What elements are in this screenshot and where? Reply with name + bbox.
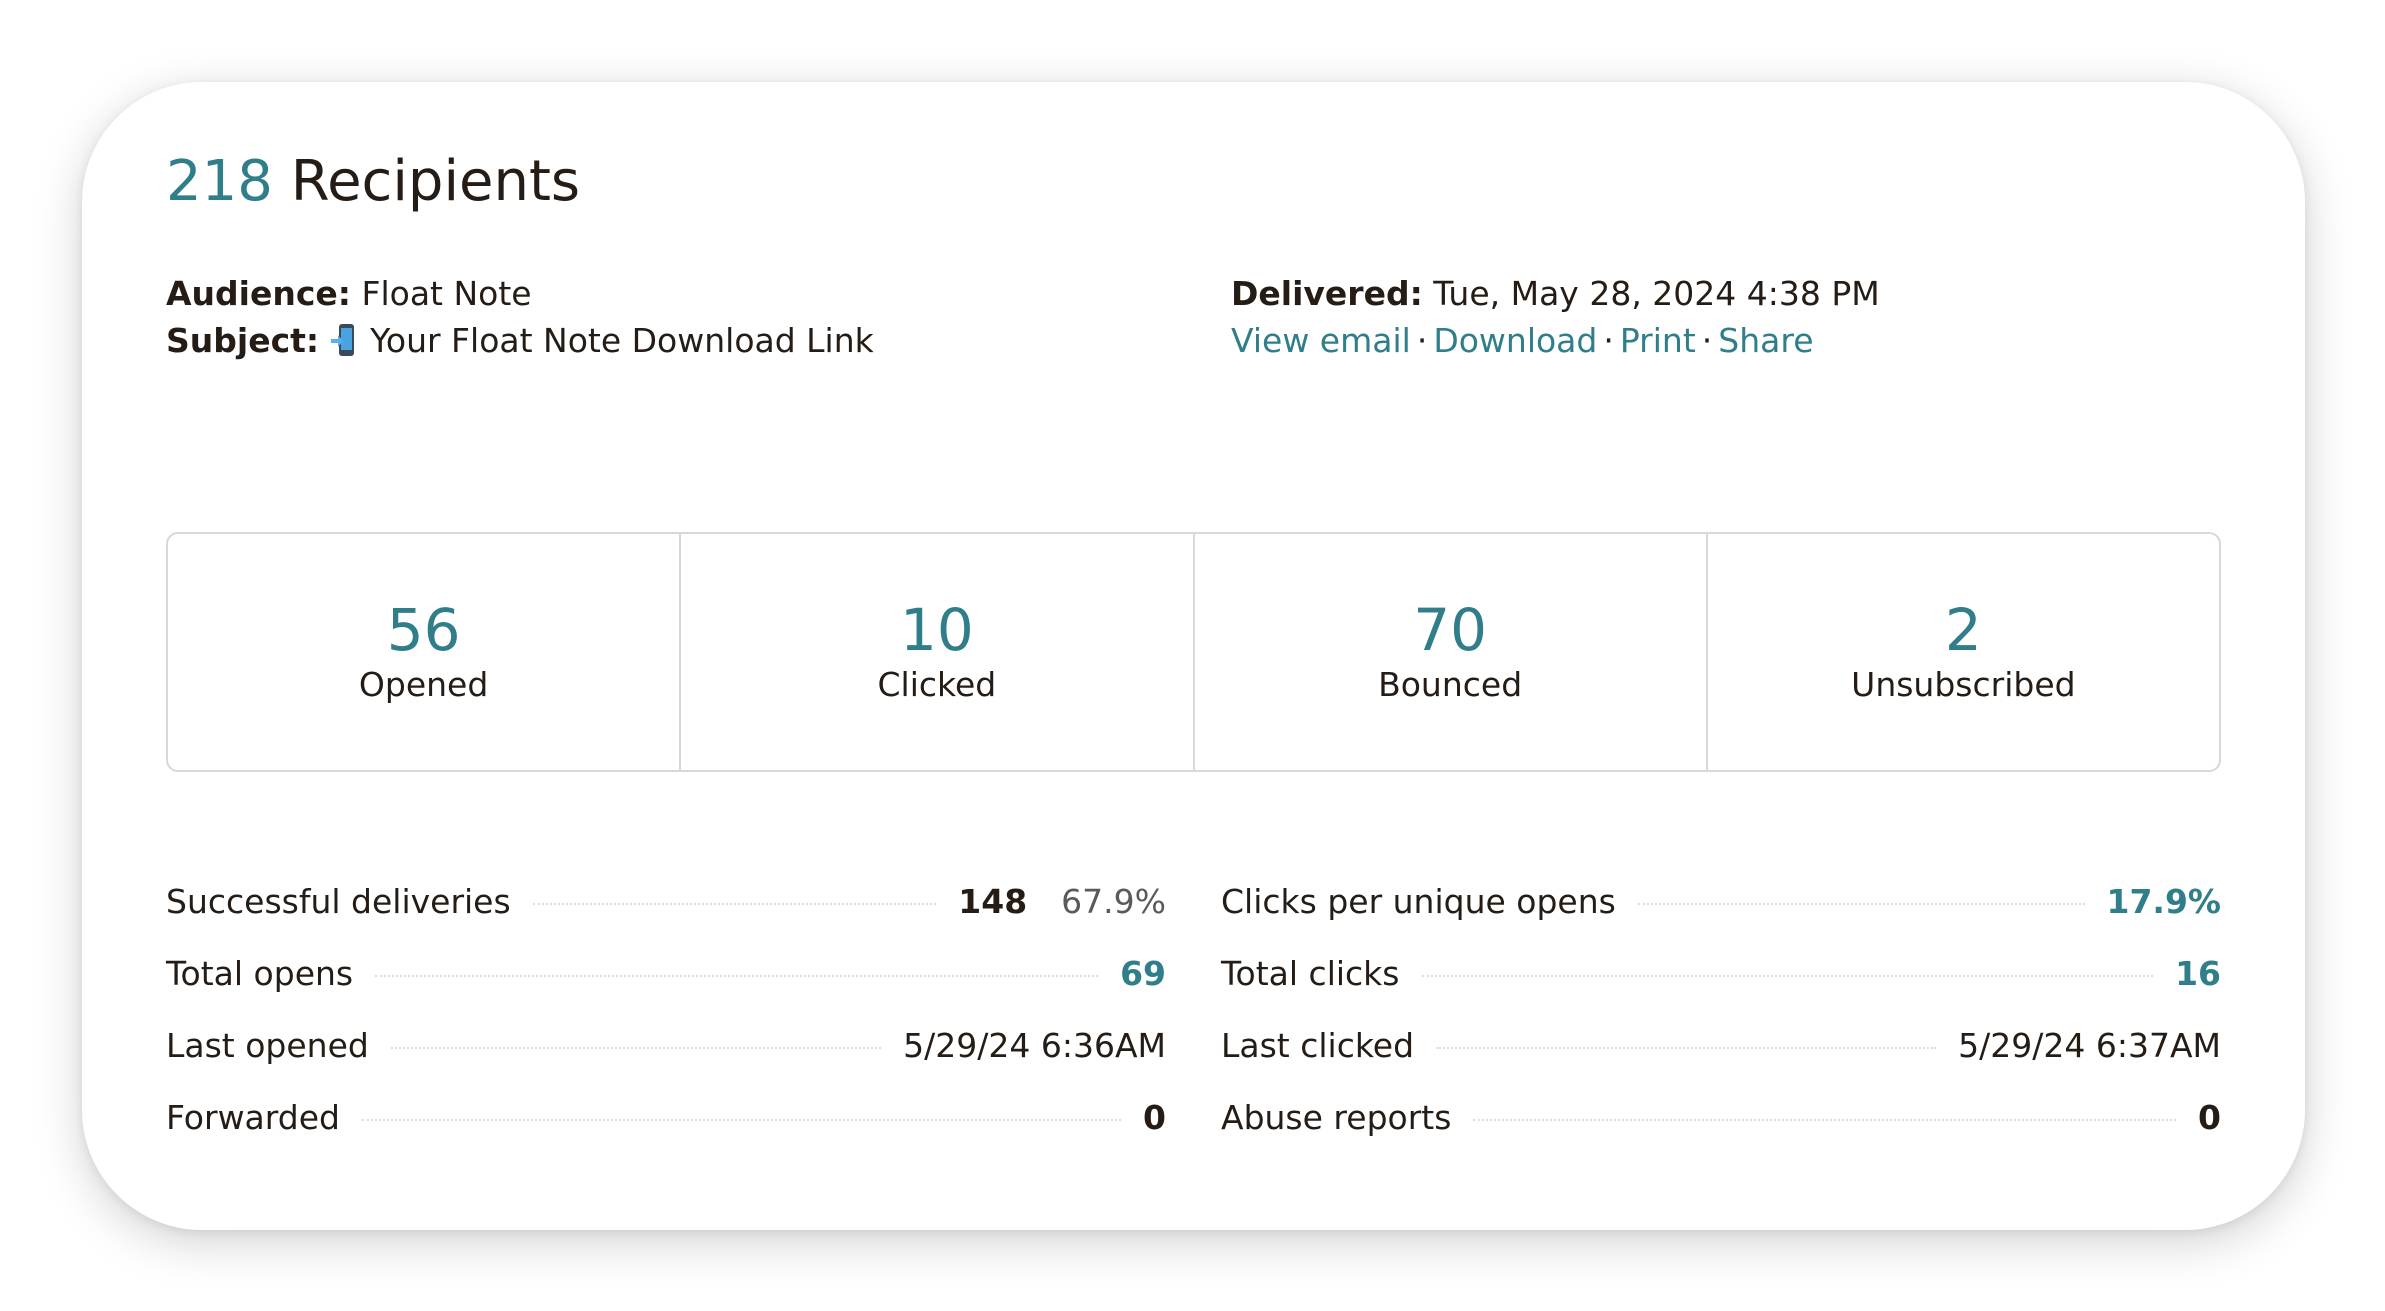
metric-label: Last clicked [1221, 1026, 1415, 1065]
subject-line: Subject: Your Float Note Download Link [166, 321, 874, 361]
metric-row-clicks-per-unique-opens: Clicks per unique opens 17.9% [1221, 882, 2221, 954]
dotted-leader [375, 975, 1099, 977]
link-separator: · [1701, 321, 1713, 360]
stat-label: Bounced [1378, 664, 1523, 704]
link-separator: · [1416, 321, 1428, 360]
dotted-leader [1436, 1047, 1937, 1049]
metric-row-forwarded: Forwarded 0 [166, 1098, 1166, 1170]
metric-row-last-opened: Last opened 5/29/24 6:36AM [166, 1026, 1166, 1098]
metric-label: Forwarded [166, 1098, 340, 1137]
stats-summary: 56 Opened 10 Clicked 70 Bounced 2 Unsubs… [166, 532, 2221, 772]
stat-label: Opened [358, 664, 489, 704]
subject-label: Subject: [166, 321, 320, 360]
stat-label: Unsubscribed [1851, 664, 2076, 704]
metric-value: 148 [958, 882, 1028, 921]
card-content: 218 Recipients Audience: Float Note Subj… [166, 82, 2221, 1230]
mobile-phone-arrow-icon [330, 324, 354, 356]
metric-label: Total opens [166, 954, 354, 993]
dotted-leader [361, 1119, 1122, 1121]
stat-value: 56 [386, 596, 461, 665]
metric-label: Abuse reports [1221, 1098, 1452, 1137]
delivered-value: Tue, May 28, 2024 4:38 PM [1433, 274, 1880, 313]
link-separator: · [1603, 321, 1614, 360]
share-link[interactable]: Share [1718, 321, 1813, 360]
audience-label: Audience: [166, 274, 351, 313]
email-action-links: View email · Download · Print · Share [1231, 321, 1814, 361]
metric-label: Total clicks [1221, 954, 1400, 993]
metric-row-successful-deliveries: Successful deliveries 148 67.9% [166, 882, 1166, 954]
stat-label: Clicked [877, 664, 997, 704]
dotted-leader [390, 1047, 882, 1049]
metric-label: Successful deliveries [166, 882, 511, 921]
stat-opened[interactable]: 56 Opened [168, 534, 682, 770]
recipient-word: Recipients [290, 149, 581, 214]
metric-label: Clicks per unique opens [1221, 882, 1616, 921]
dotted-leader [532, 903, 937, 905]
metric-row-abuse-reports: Abuse reports 0 [1221, 1098, 2221, 1170]
metric-label: Last opened [166, 1026, 369, 1065]
metric-row-last-clicked: Last clicked 5/29/24 6:37AM [1221, 1026, 2221, 1098]
audience-value: Float Note [361, 274, 532, 313]
stat-value: 70 [1413, 596, 1488, 665]
metric-value-link[interactable]: 69 [1120, 954, 1166, 993]
stat-value: 2 [1944, 596, 1982, 665]
dotted-leader [1421, 975, 2154, 977]
metrics-table: Successful deliveries 148 67.9% Total op… [166, 882, 2221, 1170]
metric-value: 5/29/24 6:36AM [903, 1026, 1166, 1065]
dotted-leader [1473, 1119, 2177, 1121]
dotted-leader [1637, 903, 2085, 905]
metric-percent: 67.9% [1061, 882, 1166, 921]
stat-unsubscribed[interactable]: 2 Unsubscribed [1708, 534, 2219, 770]
campaign-report-card: 218 Recipients Audience: Float Note Subj… [82, 82, 2305, 1230]
delivered-label: Delivered: [1231, 274, 1423, 313]
metric-row-total-clicks: Total clicks 16 [1221, 954, 2221, 1026]
metric-value: 0 [2198, 1098, 2221, 1137]
metrics-left-column: Successful deliveries 148 67.9% Total op… [166, 882, 1166, 1170]
audience-line: Audience: Float Note [166, 274, 532, 314]
metric-value-link[interactable]: 16 [2175, 954, 2221, 993]
stat-bounced[interactable]: 70 Bounced [1195, 534, 1708, 770]
recipient-count: 218 [166, 149, 273, 214]
subject-value: Your Float Note Download Link [370, 321, 874, 360]
print-link[interactable]: Print [1620, 321, 1696, 360]
stat-value: 10 [899, 596, 974, 665]
metrics-right-column: Clicks per unique opens 17.9% Total clic… [1221, 882, 2221, 1170]
page-title: 218 Recipients [166, 154, 580, 210]
download-link[interactable]: Download [1433, 321, 1597, 360]
view-email-link[interactable]: View email [1231, 321, 1411, 360]
metric-value: 5/29/24 6:37AM [1958, 1026, 2221, 1065]
metric-value: 0 [1143, 1098, 1166, 1137]
metric-value-link[interactable]: 17.9% [2107, 882, 2222, 921]
metric-row-total-opens: Total opens 69 [166, 954, 1166, 1026]
stat-clicked[interactable]: 10 Clicked [681, 534, 1195, 770]
delivered-line: Delivered: Tue, May 28, 2024 4:38 PM [1231, 274, 1880, 314]
